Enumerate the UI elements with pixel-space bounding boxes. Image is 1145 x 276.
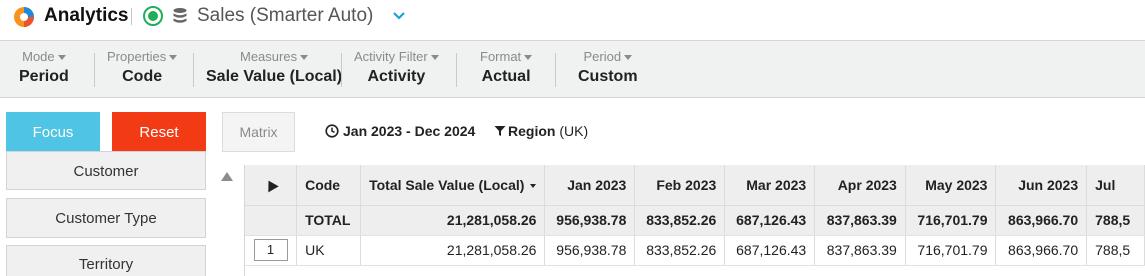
caret-down-icon <box>57 55 66 61</box>
sidebar-item-customer-type[interactable]: Customer Type <box>6 198 206 238</box>
analysis-toolbar: Mode Period Properties Code Measures Sal… <box>0 41 1145 98</box>
toolbar-caption: Activity Filter <box>354 49 439 64</box>
toolbar-divider <box>94 53 95 87</box>
toolbar-properties[interactable]: Properties Code <box>107 49 178 86</box>
select-all-header[interactable] <box>245 165 298 206</box>
total-index-cell <box>245 205 298 236</box>
column-header-month[interactable]: May 2023 <box>905 165 997 206</box>
toolbar-mode[interactable]: Mode Period <box>19 49 69 86</box>
toolbar-value: Actual <box>481 68 531 85</box>
toolbar-divider <box>456 53 457 87</box>
database-icon <box>173 8 187 23</box>
reset-button[interactable]: Reset <box>112 112 206 152</box>
column-header-month[interactable]: Mar 2023 <box>724 165 816 206</box>
row-code-cell[interactable]: UK <box>296 235 361 266</box>
total-month-cell: 863,966.70 <box>995 205 1088 236</box>
toolbar-caption: Measures <box>206 49 342 64</box>
toolbar-format[interactable]: Format Actual <box>480 49 533 86</box>
column-header-total[interactable]: Total Sale Value (Local) <box>360 165 546 206</box>
chevron-down-icon[interactable] <box>391 9 407 23</box>
row-index-box[interactable]: 1 <box>253 239 288 261</box>
column-header-month[interactable]: Jan 2023 <box>544 165 636 206</box>
row-index-cell: 1 <box>245 235 298 266</box>
row-month-cell: 788,5 <box>1086 235 1145 266</box>
toolbar-value: Sale Value (Local) <box>206 68 343 85</box>
total-value-cell: 21,281,058.26 <box>360 205 546 236</box>
table-row[interactable]: 1 UK 21,281,058.26 956,938.78 833,852.26… <box>245 235 1145 266</box>
toolbar-measures[interactable]: Measures Sale Value (Local) <box>206 49 342 86</box>
filter-icon <box>494 126 506 136</box>
column-header-month[interactable]: Feb 2023 <box>634 165 726 206</box>
column-header-month[interactable]: Jun 2023 <box>995 165 1088 206</box>
total-label: TOTAL <box>296 205 361 236</box>
data-grid: Code Total Sale Value (Local) Jan 2023 F… <box>244 165 1145 276</box>
total-month-cell: 788,5 <box>1086 205 1145 236</box>
table-header-row: Code Total Sale Value (Local) Jan 2023 F… <box>245 165 1145 206</box>
sidebar-item-label: Customer <box>73 163 139 180</box>
filter-value: (UK) <box>559 123 589 139</box>
toolbar-divider <box>341 53 342 87</box>
app-header: Analytics Sales (Smarter Auto) <box>0 0 1145 41</box>
sort-desc-icon <box>530 184 537 189</box>
corner-triangle-icon <box>262 177 279 193</box>
toolbar-divider <box>193 53 194 87</box>
app-title: Analytics <box>44 5 129 26</box>
date-range-label: Jan 2023 - Dec 2024 <box>343 123 476 139</box>
filter-name: Region <box>508 123 556 139</box>
toolbar-value: Custom <box>578 68 638 85</box>
total-month-cell: 837,863.39 <box>814 205 906 236</box>
scroll-up-arrow-icon[interactable] <box>221 172 233 181</box>
caret-down-icon <box>430 55 439 61</box>
total-month-cell: 833,852.26 <box>634 205 726 236</box>
total-month-cell: 956,938.78 <box>544 205 636 236</box>
column-header-month[interactable]: Apr 2023 <box>814 165 906 206</box>
toolbar-period[interactable]: Period Custom <box>578 49 638 86</box>
matrix-button[interactable]: Matrix <box>222 112 295 152</box>
clock-icon <box>325 124 339 138</box>
sidebar-item-label: Customer Type <box>55 209 157 227</box>
header-divider <box>131 8 132 25</box>
toolbar-value: Period <box>19 68 69 85</box>
data-table: Code Total Sale Value (Local) Jan 2023 F… <box>245 165 1145 266</box>
status-online-icon <box>143 6 163 26</box>
row-month-cell: 833,852.26 <box>634 235 726 266</box>
caret-down-icon <box>169 55 178 61</box>
column-header-code[interactable]: Code <box>296 165 361 206</box>
toolbar-divider <box>555 53 556 87</box>
column-header-month[interactable]: Jul <box>1086 165 1145 206</box>
toolbar-value: Activity <box>367 68 426 85</box>
toolbar-caption: Mode <box>19 49 69 64</box>
sidebar-item-territory[interactable]: Territory <box>6 245 206 276</box>
region-filter[interactable]: Region (UK) <box>494 123 588 139</box>
row-month-cell: 687,126.43 <box>724 235 816 266</box>
column-header-label: Total Sale Value (Local) <box>369 176 525 193</box>
toolbar-value: Code <box>122 68 163 85</box>
toolbar-caption: Format <box>480 49 533 64</box>
sidebar-item-customer[interactable]: Customer <box>6 151 206 190</box>
sidebar-item-label: Territory <box>78 256 134 273</box>
toolbar-caption: Properties <box>107 49 178 64</box>
caret-down-icon <box>624 55 633 61</box>
analytics-logo-icon[interactable] <box>13 6 35 28</box>
caret-down-icon <box>300 55 309 61</box>
row-month-cell: 837,863.39 <box>814 235 906 266</box>
caret-down-icon <box>524 55 533 61</box>
row-month-cell: 956,938.78 <box>544 235 636 266</box>
total-month-cell: 687,126.43 <box>724 205 816 236</box>
toolbar-caption: Period <box>578 49 638 64</box>
focus-button[interactable]: Focus <box>6 112 100 152</box>
toolbar-activity-filter[interactable]: Activity Filter Activity <box>354 49 439 86</box>
dataset-title[interactable]: Sales (Smarter Auto) <box>197 5 373 27</box>
total-month-cell: 716,701.79 <box>905 205 997 236</box>
row-total-cell: 21,281,058.26 <box>360 235 546 266</box>
row-month-cell: 716,701.79 <box>905 235 997 266</box>
table-total-row: TOTAL 21,281,058.26 956,938.78 833,852.2… <box>245 205 1145 236</box>
date-range[interactable]: Jan 2023 - Dec 2024 <box>325 123 475 139</box>
row-month-cell: 863,966.70 <box>995 235 1088 266</box>
